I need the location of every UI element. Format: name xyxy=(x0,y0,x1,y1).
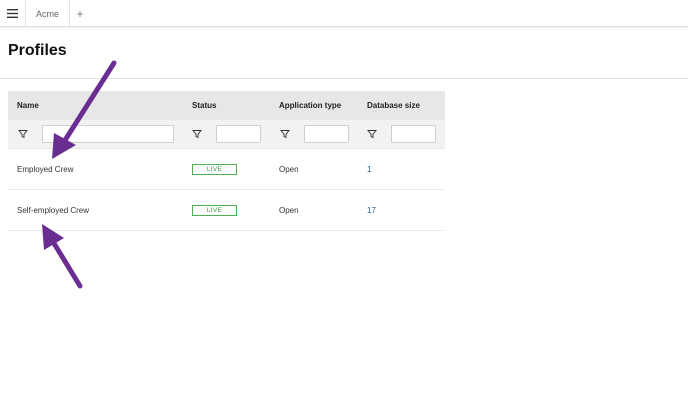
add-tab-button[interactable]: + xyxy=(70,0,90,27)
filter-icon[interactable] xyxy=(192,129,202,139)
application-type-filter-input[interactable] xyxy=(304,125,349,143)
hamburger-icon xyxy=(7,9,18,18)
column-header-application-type[interactable]: Application type xyxy=(279,101,341,110)
tab-acme[interactable]: Acme xyxy=(26,0,70,27)
column-header-name[interactable]: Name xyxy=(17,101,39,110)
database-size[interactable]: 1 xyxy=(367,165,371,174)
profile-name[interactable]: Self-employed Crew xyxy=(17,206,89,215)
filter-icon[interactable] xyxy=(18,129,28,139)
application-type: Open xyxy=(279,206,299,215)
status-filter-input[interactable] xyxy=(216,125,261,143)
status-badge: LIVE xyxy=(192,205,237,216)
status-badge: LIVE xyxy=(192,164,237,175)
annotation-arrow-icon xyxy=(52,60,117,159)
menu-button[interactable] xyxy=(0,0,26,27)
filter-icon[interactable] xyxy=(280,129,290,139)
profile-name[interactable]: Employed Crew xyxy=(17,165,73,174)
column-header-database-size[interactable]: Database size xyxy=(367,101,420,110)
top-bar: Acme + xyxy=(0,0,688,27)
application-type: Open xyxy=(279,165,299,174)
database-size-filter-input[interactable] xyxy=(391,125,436,143)
column-header-status[interactable]: Status xyxy=(192,101,216,110)
annotation-arrow-icon xyxy=(42,224,83,289)
filter-icon[interactable] xyxy=(367,129,377,139)
database-size[interactable]: 17 xyxy=(367,206,376,215)
